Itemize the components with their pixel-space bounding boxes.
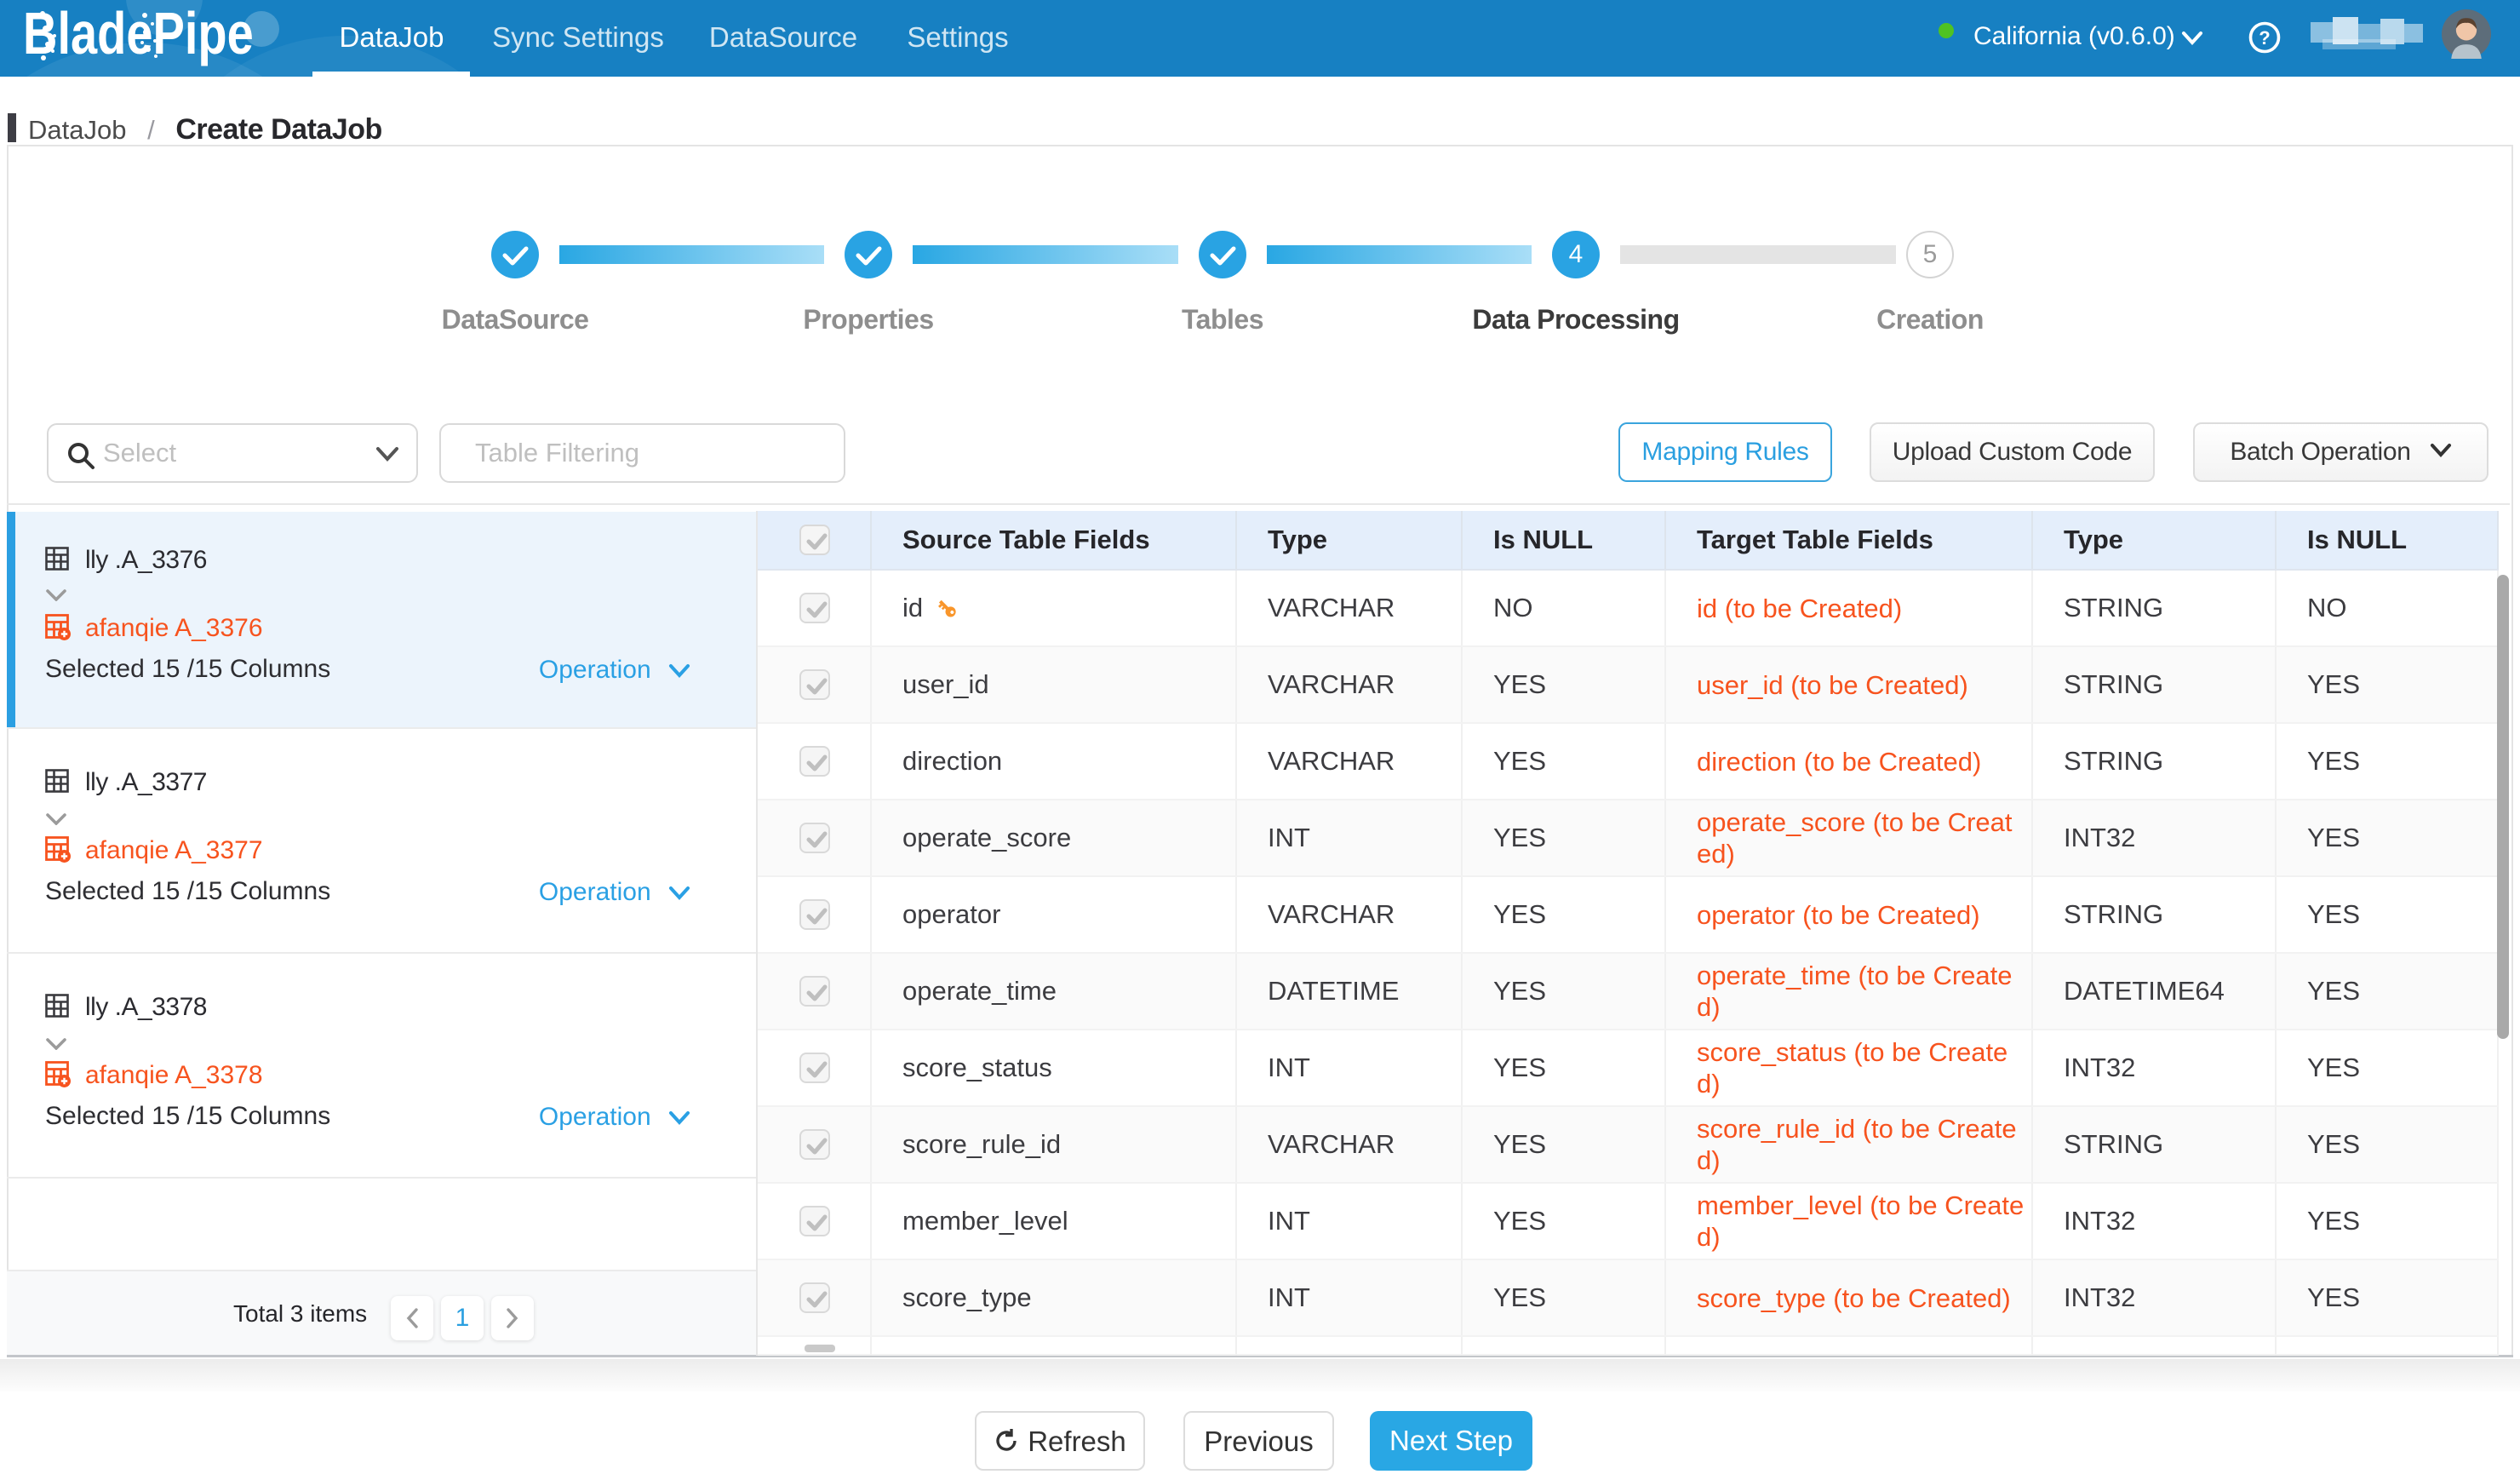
svg-text:?: ? (2259, 27, 2270, 49)
